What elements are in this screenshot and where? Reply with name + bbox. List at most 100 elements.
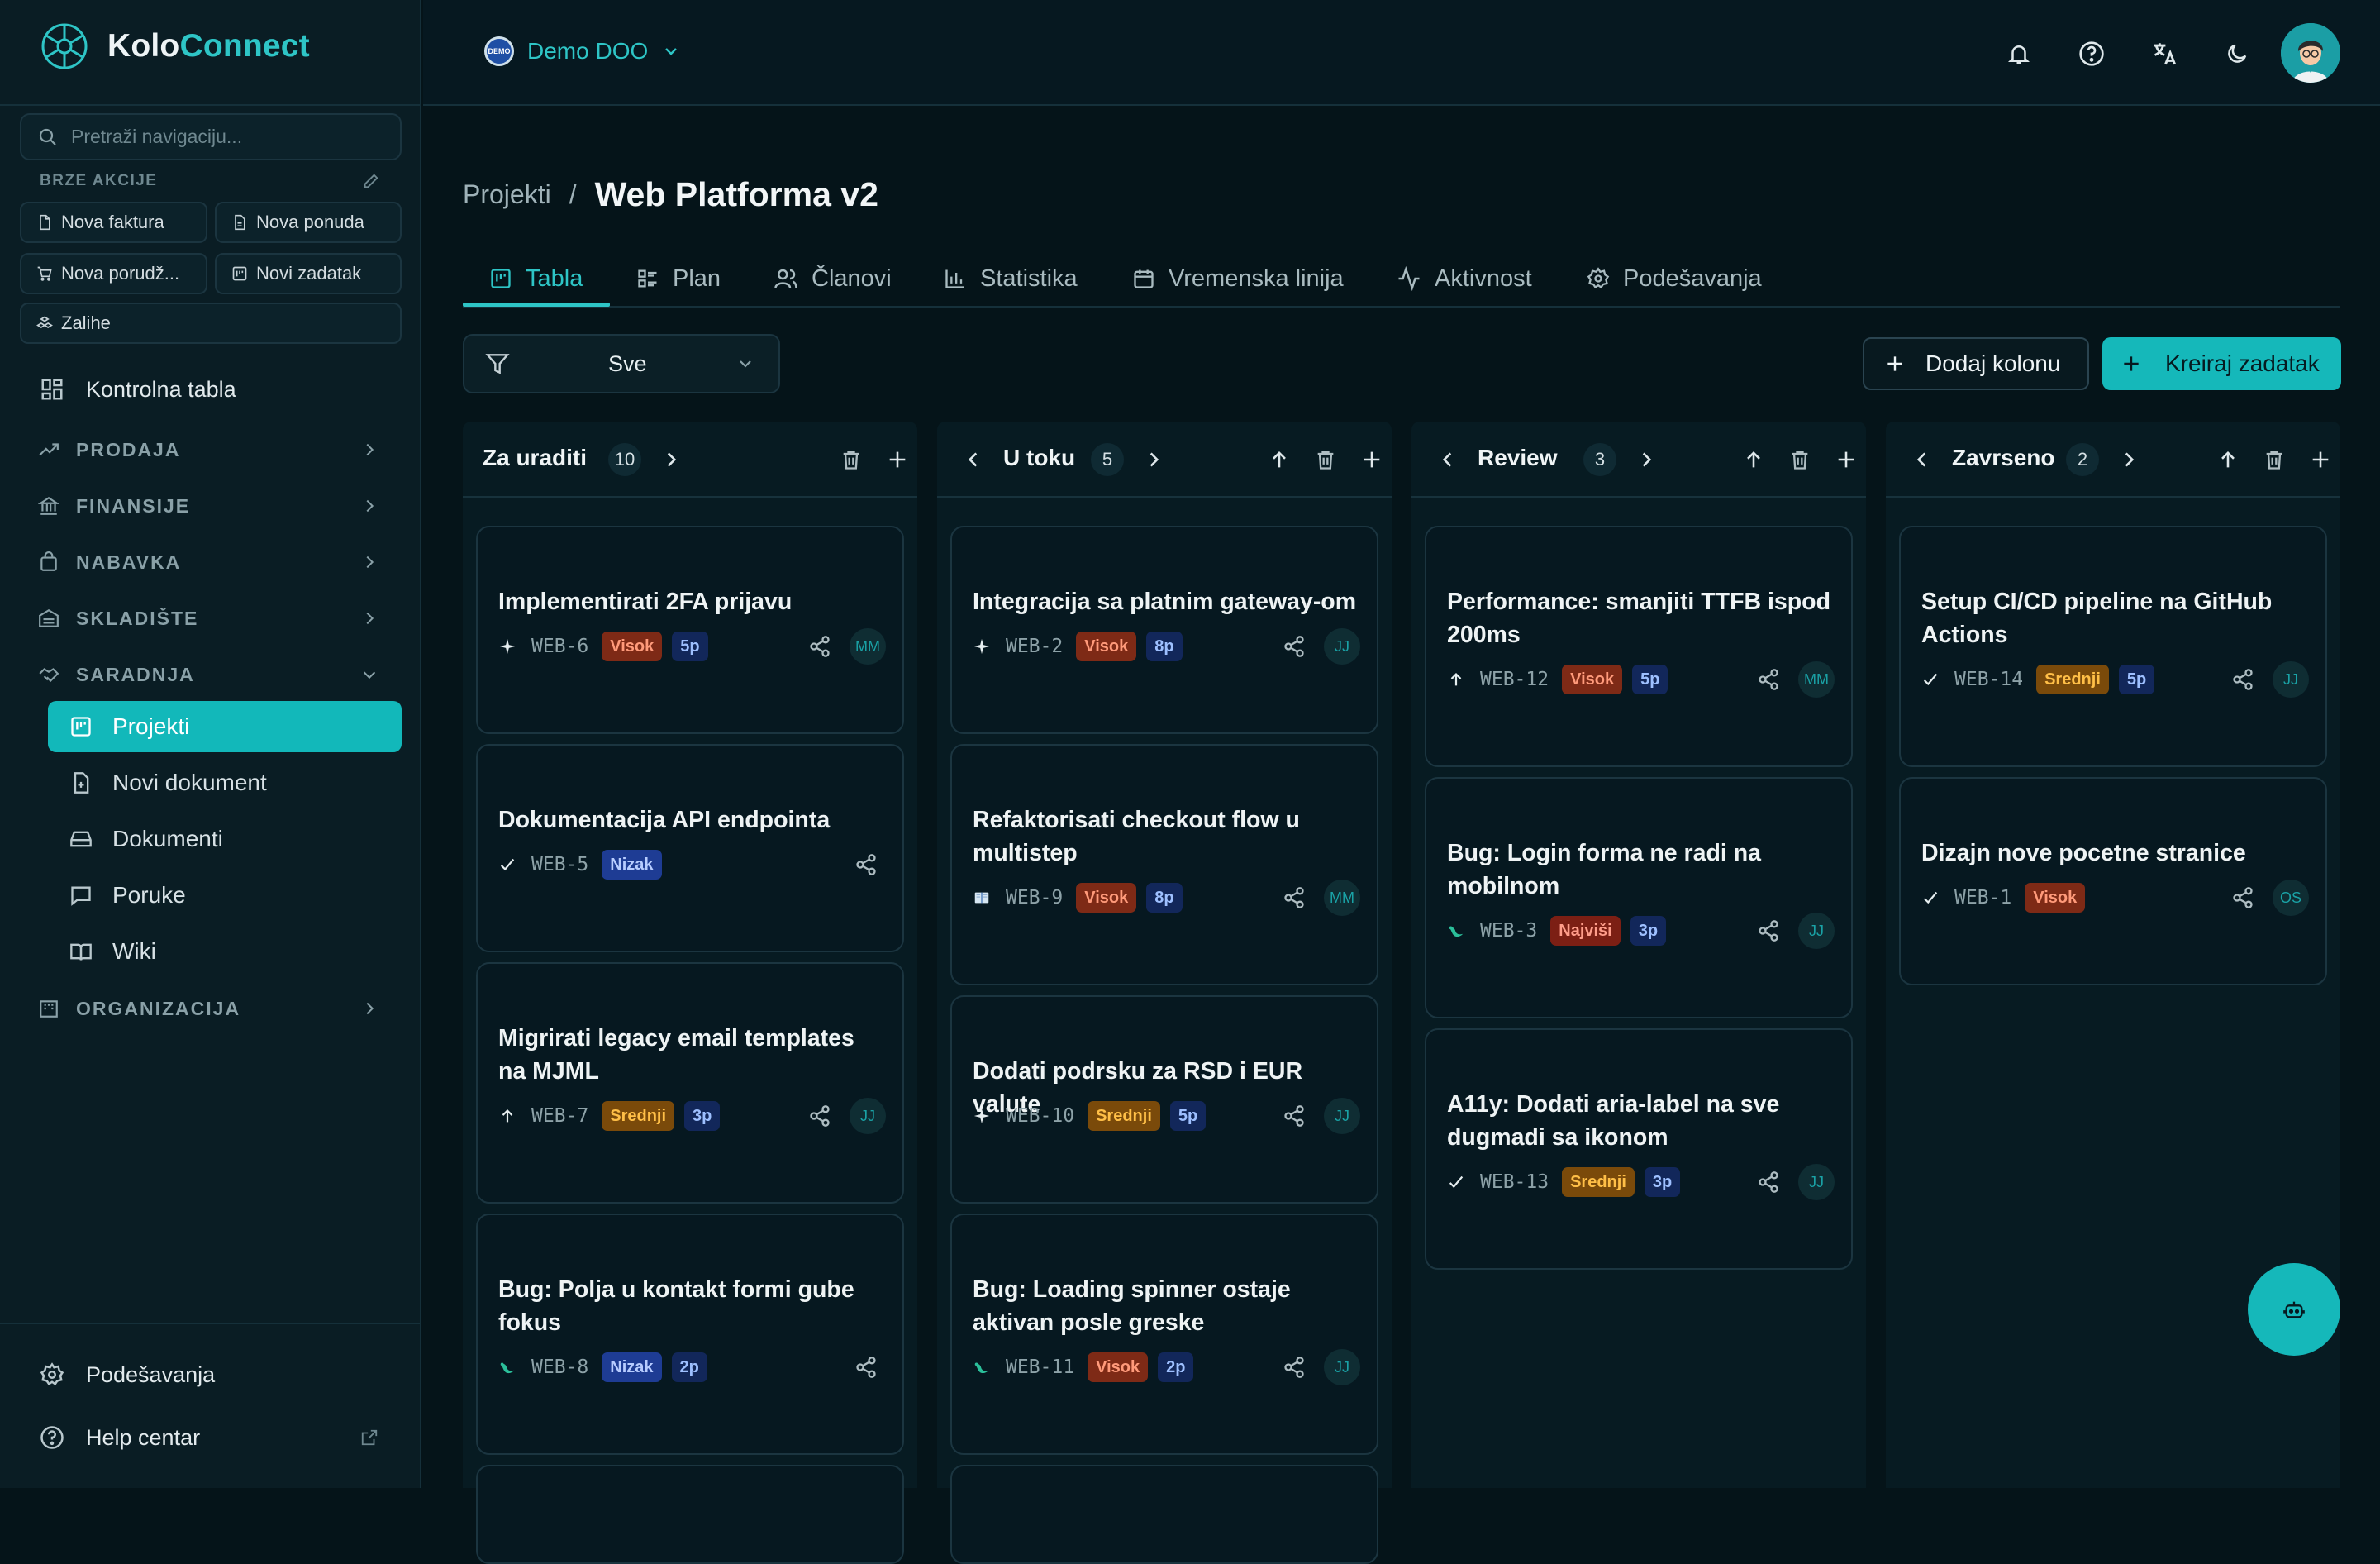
share-button[interactable] [2230, 885, 2256, 911]
sidebar-item-help[interactable]: Help centar [20, 1412, 402, 1463]
quick-action-new-order[interactable]: Nova porudž... [20, 253, 207, 294]
share-button[interactable] [853, 1354, 879, 1380]
help-icon[interactable] [2073, 35, 2111, 73]
sidebar-item-dashboard[interactable]: Kontrolna tabla [20, 364, 402, 415]
nav-search-input[interactable] [71, 126, 385, 148]
sidebar-group-organizacija[interactable]: ORGANIZACIJA [20, 985, 402, 1032]
assignee-avatar[interactable]: JJ [1324, 1349, 1360, 1385]
sidebar-group-finansije[interactable]: FINANSIJE [20, 483, 402, 529]
sidebar-item-wiki[interactable]: Wiki [48, 926, 402, 977]
task-card[interactable]: Dizajn nove pocetne stranice WEB-1 Visok OS [1899, 777, 2327, 985]
task-card[interactable] [476, 1465, 904, 1564]
assignee-avatar[interactable]: JJ [2273, 661, 2309, 698]
moon-icon[interactable] [2218, 35, 2256, 73]
assistant-bot-button[interactable] [2248, 1263, 2340, 1356]
tab-podesavanja[interactable]: Podešavanja [1587, 250, 1762, 308]
share-button[interactable] [1281, 1354, 1307, 1380]
task-card[interactable]: Dodati podrsku za RSD i EUR valute WEB-10… [950, 995, 1378, 1204]
move-left-button[interactable] [1435, 446, 1461, 473]
app-logo[interactable]: KoloConnect [40, 21, 310, 71]
create-task-button[interactable]: Kreiraj zadatak [2102, 337, 2341, 390]
share-button[interactable] [807, 633, 833, 660]
collapse-column-button[interactable] [1266, 446, 1292, 473]
quick-action-new-quote[interactable]: Nova ponuda [215, 202, 402, 243]
delete-column-button[interactable] [1787, 446, 1813, 473]
task-card[interactable]: Performance: smanjiti TTFB ispod 200ms WE… [1425, 526, 1853, 767]
assignee-avatar[interactable]: JJ [1798, 913, 1835, 949]
delete-column-button[interactable] [838, 446, 864, 473]
share-button[interactable] [1281, 1103, 1307, 1129]
delete-column-button[interactable] [2261, 446, 2287, 473]
sidebar-item-poruke[interactable]: Poruke [48, 870, 402, 921]
share-button[interactable] [2230, 666, 2256, 693]
move-left-button[interactable] [1909, 446, 1935, 473]
assignee-avatar[interactable]: MM [1324, 880, 1360, 916]
assignee-avatar[interactable]: MM [1798, 661, 1835, 698]
share-button[interactable] [1281, 633, 1307, 660]
share-button[interactable] [1755, 918, 1782, 944]
tab-plan[interactable]: Plan [636, 250, 721, 308]
breadcrumb-parent[interactable]: Projekti [463, 179, 551, 210]
assignee-avatar[interactable]: OS [2273, 880, 2309, 916]
sidebar-group-skladiste[interactable]: SKLADIŠTE [20, 595, 402, 641]
move-right-button[interactable] [658, 446, 684, 473]
task-card[interactable]: Bug: Login forma ne radi na mobilnom WEB-… [1425, 777, 1853, 1018]
share-button[interactable] [853, 851, 879, 878]
task-card[interactable]: Bug: Loading spinner ostaje aktivan posl… [950, 1214, 1378, 1455]
translate-icon[interactable] [2145, 35, 2183, 73]
tab-vremenska-linija[interactable]: Vremenska linija [1132, 250, 1344, 308]
move-right-button[interactable] [1140, 446, 1167, 473]
filter-select[interactable]: Sve [463, 334, 780, 393]
sidebar-group-prodaja[interactable]: PRODAJA [20, 427, 402, 473]
add-column-button[interactable]: Dodaj kolonu [1863, 337, 2089, 390]
task-card[interactable]: Dokumentacija API endpointa WEB-5 Nizak [476, 744, 904, 952]
collapse-column-button[interactable] [1740, 446, 1767, 473]
sidebar-item-projekti[interactable]: Projekti [48, 701, 402, 752]
bell-icon[interactable] [2000, 35, 2038, 73]
tab-statistika[interactable]: Statistika [944, 250, 1078, 308]
add-card-button[interactable] [1359, 446, 1385, 473]
trash-icon [1317, 451, 1334, 470]
task-card[interactable]: A11y: Dodati aria-label na sve dugmadi s… [1425, 1028, 1853, 1270]
share-button[interactable] [1755, 1169, 1782, 1195]
task-card[interactable] [950, 1465, 1378, 1564]
task-code: WEB-8 [531, 1357, 589, 1378]
add-card-button[interactable] [1833, 446, 1859, 473]
sidebar-group-saradnja[interactable]: SARADNJA [20, 651, 402, 698]
task-card[interactable]: Integracija sa platnim gateway-om WEB-2 Vi… [950, 526, 1378, 734]
tab-clanovi[interactable]: Članovi [774, 250, 892, 308]
quick-action-new-task[interactable]: Novi zadatak [215, 253, 402, 294]
share-button[interactable] [807, 1103, 833, 1129]
assignee-avatar[interactable]: JJ [1324, 1098, 1360, 1134]
collapse-column-button[interactable] [2215, 446, 2241, 473]
assignee-avatar[interactable]: JJ [1324, 628, 1360, 665]
assignee-avatar[interactable]: JJ [1798, 1164, 1835, 1200]
edit-icon[interactable] [362, 172, 380, 190]
assignee-avatar[interactable]: JJ [850, 1098, 886, 1134]
task-card[interactable]: Refaktorisati checkout flow u multistep W… [950, 744, 1378, 985]
tab-tabla[interactable]: Tabla [489, 250, 583, 308]
share-button[interactable] [1281, 885, 1307, 911]
quick-action-stock[interactable]: Zalihe [20, 303, 402, 344]
task-card[interactable]: Implementirati 2FA prijavu WEB-6 Visok 5p MM [476, 526, 904, 734]
delete-column-button[interactable] [1312, 446, 1339, 473]
user-avatar[interactable] [2281, 23, 2340, 83]
move-left-button[interactable] [960, 446, 987, 473]
task-card[interactable]: Migrirati legacy email templates na MJML… [476, 962, 904, 1204]
sidebar-item-settings[interactable]: Podešavanja [20, 1349, 402, 1400]
assignee-avatar[interactable]: MM [850, 628, 886, 665]
org-switcher[interactable]: DEMO Demo DOO [484, 36, 681, 66]
sidebar-group-nabavka[interactable]: NABAVKA [20, 539, 402, 585]
quick-action-new-invoice[interactable]: Nova faktura [20, 202, 207, 243]
task-card[interactable]: Setup CI/CD pipeline na GitHub Actions WE… [1899, 526, 2327, 767]
add-card-button[interactable] [2307, 446, 2334, 473]
move-right-button[interactable] [2116, 446, 2142, 473]
sidebar-item-novi-dokument[interactable]: Novi dokument [48, 757, 402, 808]
share-button[interactable] [1755, 666, 1782, 693]
task-card[interactable]: Bug: Polja u kontakt formi gube fokus WEB… [476, 1214, 904, 1455]
move-right-button[interactable] [1633, 446, 1659, 473]
nav-search[interactable] [20, 113, 402, 160]
add-card-button[interactable] [884, 446, 911, 473]
sidebar-item-dokumenti[interactable]: Dokumenti [48, 813, 402, 865]
tab-aktivnost[interactable]: Aktivnost [1397, 250, 1532, 308]
